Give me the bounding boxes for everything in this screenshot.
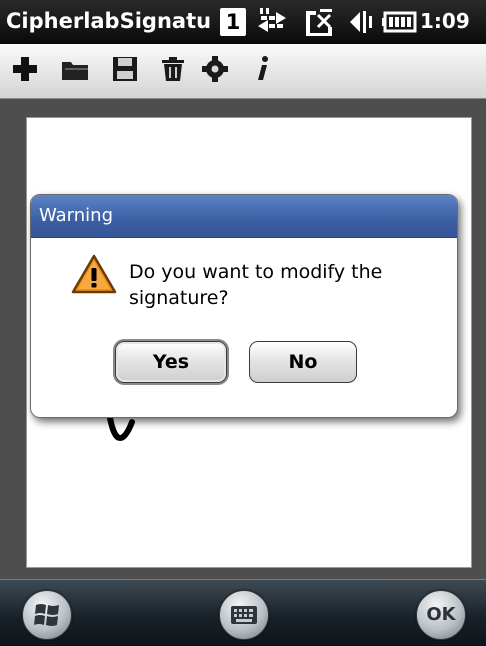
add-icon[interactable] <box>10 54 40 84</box>
ok-label: OK <box>426 604 456 625</box>
start-button[interactable] <box>22 590 72 640</box>
battery-icon[interactable] <box>382 7 418 37</box>
no-signal-icon[interactable] <box>302 7 336 37</box>
ok-button[interactable]: OK <box>416 590 466 640</box>
keyboard-icon <box>231 606 257 624</box>
dialog-header: Warning <box>31 195 457 238</box>
data-sync-icon[interactable] <box>258 7 294 37</box>
info-icon[interactable] <box>248 54 278 84</box>
notification-badge[interactable]: 1 <box>220 8 246 36</box>
keyboard-button[interactable] <box>219 590 269 640</box>
yes-button[interactable]: Yes <box>115 341 227 383</box>
save-icon[interactable] <box>110 54 140 84</box>
clock[interactable]: 1:09 <box>420 6 470 36</box>
toolbar <box>0 44 486 99</box>
warning-triangle-icon <box>71 254 117 294</box>
folder-open-icon[interactable] <box>60 54 90 84</box>
app-title: CipherlabSignatu <box>6 9 212 33</box>
windows-start-icon <box>34 604 59 626</box>
status-bar: CipherlabSignatu 1 1:09 <box>0 0 486 44</box>
soft-key-bar: OK <box>0 579 486 646</box>
dialog-message: Do you want to modify the signature? <box>129 261 383 309</box>
volume-icon[interactable] <box>346 7 376 37</box>
gear-icon[interactable] <box>200 54 230 84</box>
device-screen: CipherlabSignatu 1 1:09 Warning Do you w… <box>0 0 486 646</box>
dialog-title: Warning <box>39 205 114 226</box>
trash-icon[interactable] <box>158 54 188 84</box>
no-button[interactable]: No <box>249 341 357 383</box>
warning-dialog: Warning Do you want to modify the signat… <box>30 194 458 418</box>
